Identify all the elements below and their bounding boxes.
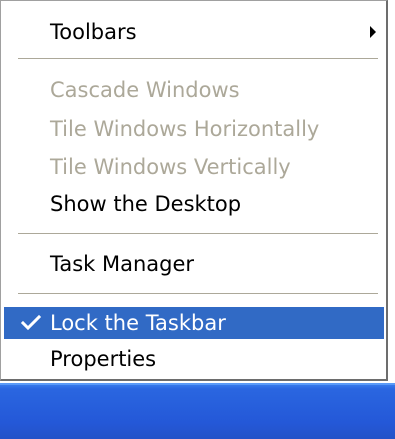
menu-item-show-desktop-label: Show the Desktop <box>50 192 242 216</box>
menu-item-properties[interactable]: Properties <box>4 343 384 375</box>
menu-item-cascade-windows: Cascade Windows <box>4 74 384 106</box>
menu-item-cascade-windows-label: Cascade Windows <box>50 78 240 102</box>
menu-item-tile-horizontally: Tile Windows Horizontally <box>4 113 384 145</box>
menu-item-properties-label: Properties <box>50 347 157 371</box>
menu-separator <box>18 233 378 235</box>
menu-item-toolbars-label: Toolbars <box>50 20 137 44</box>
menu-item-toolbars[interactable]: Toolbars <box>4 16 384 48</box>
menu-item-show-desktop[interactable]: Show the Desktop <box>4 188 384 220</box>
menu-item-lock-taskbar[interactable]: Lock the Taskbar <box>4 307 384 339</box>
menu-item-tile-horizontally-label: Tile Windows Horizontally <box>50 117 320 141</box>
menu-item-tile-vertically: Tile Windows Vertically <box>4 151 384 183</box>
menu-item-lock-taskbar-label: Lock the Taskbar <box>50 311 226 335</box>
menu-item-task-manager-label: Task Manager <box>50 252 195 276</box>
checkmark-icon <box>20 314 42 331</box>
menu-separator <box>18 293 378 295</box>
menu-separator <box>18 58 378 60</box>
menu-item-tile-vertically-label: Tile Windows Vertically <box>50 155 291 179</box>
chevron-right-icon <box>370 26 376 38</box>
menu-item-task-manager[interactable]: Task Manager <box>4 248 384 280</box>
taskbar-context-menu: Toolbars Cascade Windows Tile Windows Ho… <box>0 0 388 381</box>
taskbar[interactable] <box>0 383 395 439</box>
taskbar-top-edge <box>0 383 395 385</box>
